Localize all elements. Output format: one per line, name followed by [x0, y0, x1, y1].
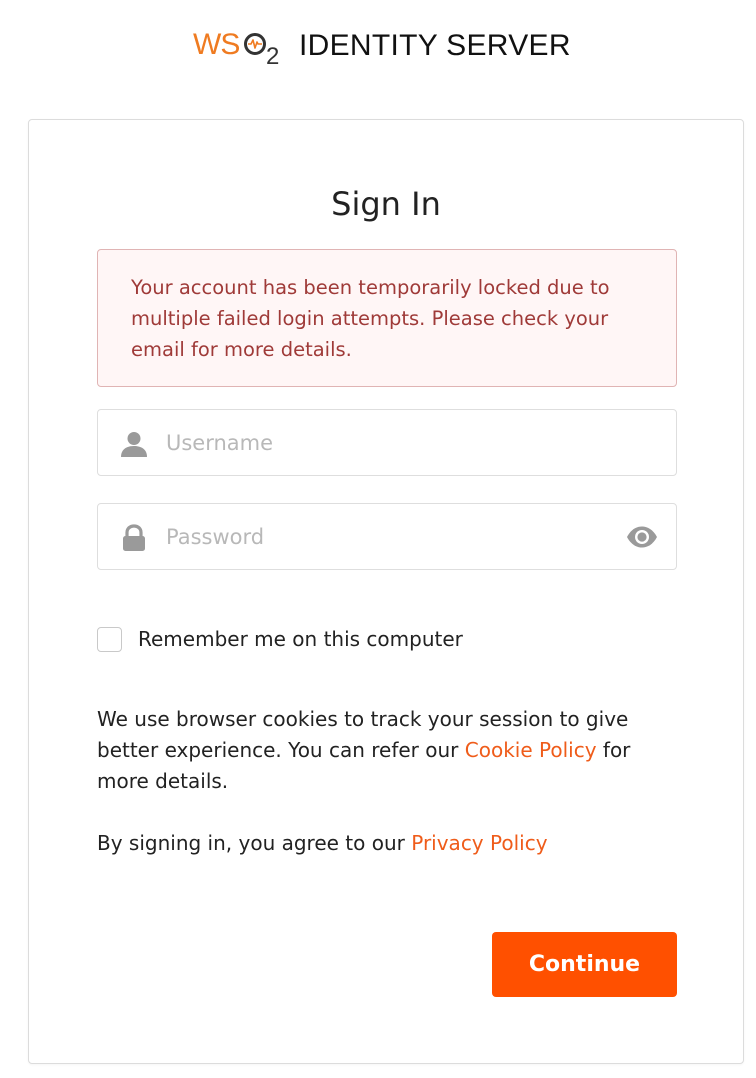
user-icon — [120, 430, 148, 458]
remember-me-label[interactable]: Remember me on this computer — [138, 627, 463, 651]
username-field[interactable] — [97, 409, 677, 476]
username-input[interactable] — [166, 410, 636, 475]
privacy-notice: By signing in, you agree to our Privacy … — [97, 828, 677, 859]
page-header: WS 2 IDENTITY SERVER — [0, 0, 756, 100]
logo-ws-text: WS — [193, 28, 240, 61]
password-input[interactable] — [166, 504, 636, 569]
account-locked-alert: Your account has been temporarily locked… — [97, 249, 677, 387]
logo-two-text: 2 — [266, 43, 280, 70]
privacy-notice-text: By signing in, you agree to our — [97, 831, 412, 855]
cookie-policy-link[interactable]: Cookie Policy — [465, 738, 597, 762]
logo-o-pulse-icon — [244, 33, 266, 55]
eye-icon[interactable] — [626, 525, 658, 549]
wso2-logo: WS 2 IDENTITY SERVER — [193, 24, 570, 70]
lock-icon — [120, 524, 148, 552]
remember-me-checkbox[interactable] — [97, 626, 122, 652]
privacy-policy-link[interactable]: Privacy Policy — [411, 831, 547, 855]
password-field[interactable] — [97, 503, 677, 570]
product-name: IDENTITY SERVER — [299, 29, 571, 62]
cookie-notice: We use browser cookies to track your ses… — [97, 704, 677, 797]
remember-me[interactable]: Remember me on this computer — [97, 625, 463, 653]
page-title: Sign In — [331, 185, 441, 223]
wso2-logo-mark: WS 2 — [193, 24, 289, 70]
continue-button[interactable]: Continue — [492, 932, 677, 997]
